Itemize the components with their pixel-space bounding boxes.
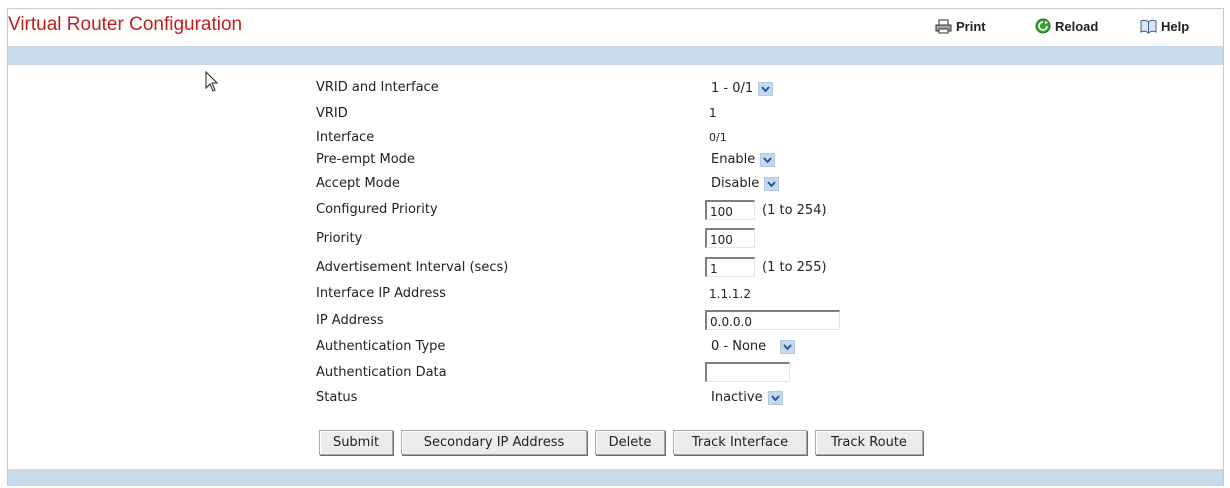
chevron-down-icon[interactable] [760, 152, 776, 167]
page-title: Virtual Router Configuration [8, 14, 243, 35]
configured-priority-input[interactable] [705, 200, 755, 220]
track-route-button[interactable]: Track Route [815, 430, 923, 455]
authentication-data-input[interactable] [705, 362, 790, 382]
vrid-interface-label: VRID and Interface [316, 80, 439, 95]
help-label: Help [1161, 18, 1190, 34]
authentication-type-label: Authentication Type [316, 339, 446, 354]
help-book-icon [1140, 19, 1157, 34]
advertisement-interval-label: Advertisement Interval (secs) [316, 260, 509, 275]
authentication-type-select[interactable]: 0 - None [707, 338, 796, 355]
authentication-data-label: Authentication Data [316, 365, 447, 380]
preempt-mode-value: Enable [711, 152, 756, 167]
accept-mode-select[interactable]: Disable [707, 175, 780, 192]
priority-label: Priority [316, 231, 363, 246]
track-interface-button[interactable]: Track Interface [673, 430, 807, 455]
preempt-mode-select[interactable]: Enable [707, 151, 776, 168]
advertisement-interval-input[interactable] [705, 257, 755, 277]
delete-button[interactable]: Delete [595, 430, 665, 455]
secondary-ip-address-button[interactable]: Secondary IP Address [401, 430, 587, 455]
reload-button[interactable]: Reload [1035, 17, 1098, 35]
status-label: Status [316, 390, 358, 405]
chevron-down-icon[interactable] [764, 176, 780, 191]
reload-icon [1035, 18, 1051, 34]
header-band [8, 46, 1223, 65]
vrid-interface-value: 1 - 0/1 [711, 81, 754, 96]
print-button[interactable]: Print [935, 17, 986, 35]
status-select[interactable]: Inactive [707, 389, 783, 406]
accept-mode-label: Accept Mode [316, 176, 400, 191]
interface-label: Interface [316, 130, 375, 145]
reload-label: Reload [1055, 18, 1099, 34]
interface-ip-value: 1.1.1.2 [709, 287, 751, 301]
submit-button[interactable]: Submit [319, 430, 393, 455]
printer-icon [935, 19, 952, 33]
vrid-interface-select[interactable]: 1 - 0/1 [707, 80, 774, 97]
configured-priority-range: (1 to 254) [762, 203, 827, 218]
print-label: Print [956, 18, 986, 34]
vrid-label: VRID [316, 106, 348, 121]
interface-ip-label: Interface IP Address [316, 286, 446, 301]
chevron-down-icon[interactable] [758, 81, 774, 96]
content-frame [7, 8, 1224, 486]
chevron-down-icon[interactable] [780, 339, 796, 354]
priority-input[interactable] [705, 228, 755, 248]
interface-value: 0/1 [709, 131, 727, 144]
ip-address-label: IP Address [316, 313, 384, 328]
authentication-type-value: 0 - None [711, 339, 767, 354]
configured-priority-label: Configured Priority [316, 202, 438, 217]
status-value: Inactive [711, 390, 763, 405]
vrid-value: 1 [709, 106, 717, 120]
advertisement-interval-range: (1 to 255) [762, 260, 827, 275]
mouse-cursor-icon [205, 71, 219, 92]
chevron-down-icon[interactable] [767, 390, 783, 405]
ip-address-input[interactable] [705, 310, 840, 330]
help-button[interactable]: Help [1140, 17, 1189, 35]
accept-mode-value: Disable [711, 176, 760, 191]
footer-band [8, 469, 1223, 486]
preempt-mode-label: Pre-empt Mode [316, 152, 415, 167]
